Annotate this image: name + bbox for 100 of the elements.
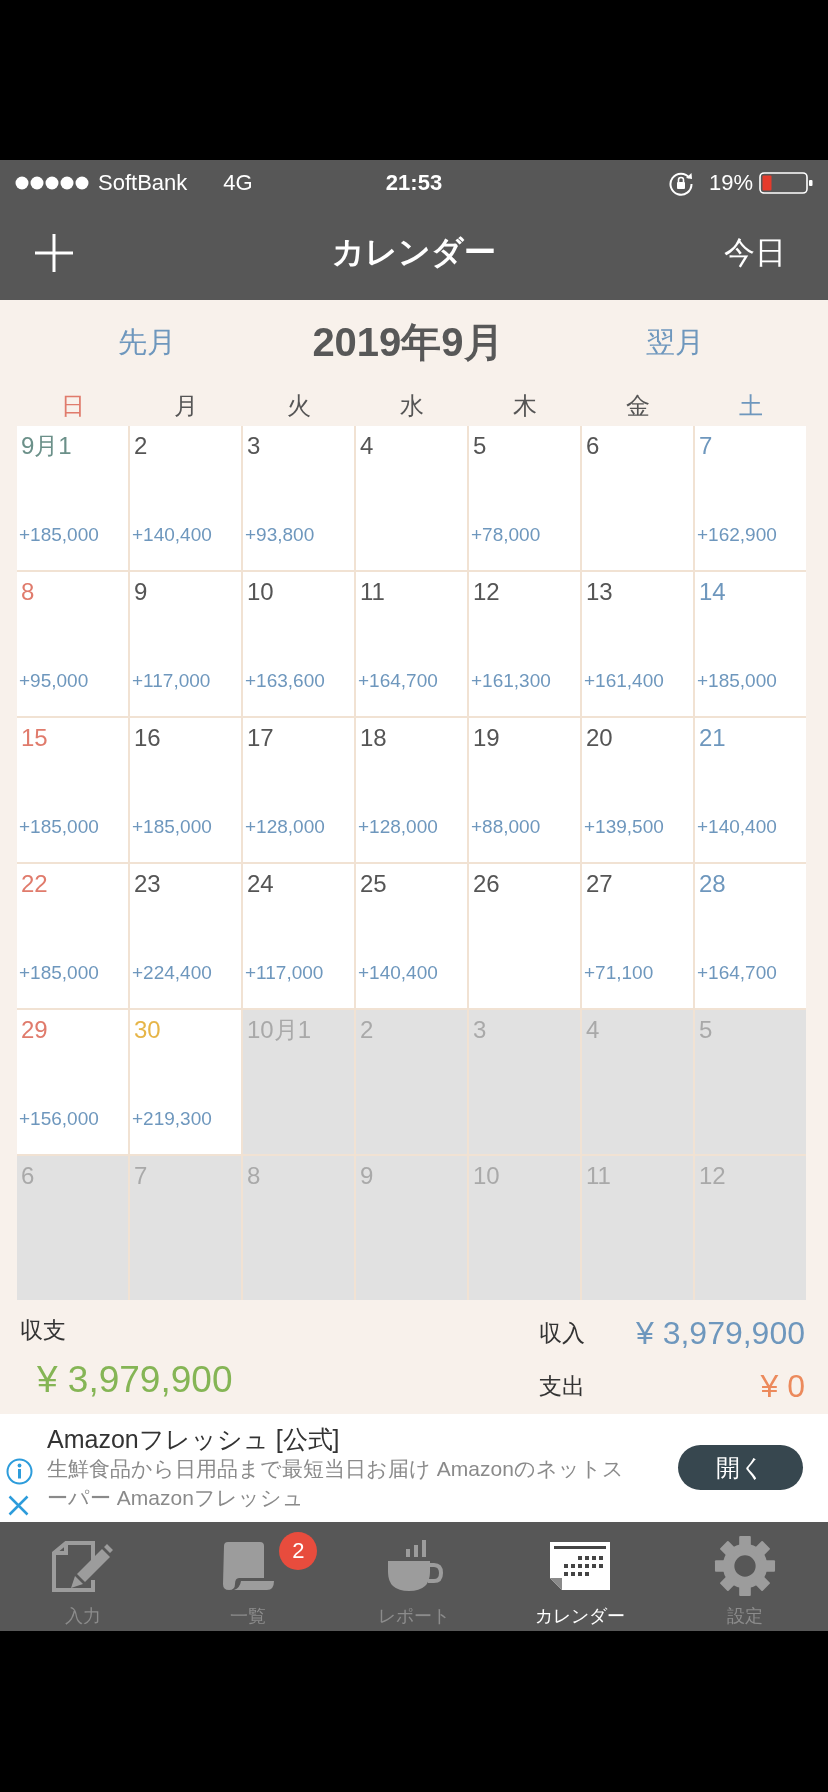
day-number: 10	[473, 1162, 500, 1190]
day-cell[interactable]: 20 +139,500	[582, 718, 693, 862]
add-button[interactable]	[34, 233, 74, 273]
day-cell[interactable]: 23 +224,400	[130, 864, 241, 1008]
day-cell[interactable]: 15 +185,000	[17, 718, 128, 862]
day-cell[interactable]: 9月1 +185,000	[17, 426, 128, 570]
day-number: 22	[21, 870, 48, 898]
day-cell[interactable]: 9 +117,000	[130, 572, 241, 716]
scroll-icon	[221, 1541, 276, 1591]
day-cell[interactable]: 6	[17, 1156, 128, 1300]
day-amount: +117,000	[245, 962, 324, 984]
day-cell[interactable]: 7	[130, 1156, 241, 1300]
day-amount: +71,100	[584, 962, 654, 984]
day-cell[interactable]: 10	[469, 1156, 580, 1300]
tab-bar-item[interactable]: カレンダー	[496, 1522, 663, 1631]
day-cell[interactable]: 16 +185,000	[130, 718, 241, 862]
day-cell[interactable]: 12	[695, 1156, 806, 1300]
day-amount: +140,400	[358, 962, 438, 984]
day-number: 18	[360, 724, 387, 752]
next-month-link[interactable]: 翌月	[646, 322, 704, 363]
day-cell[interactable]: 27 +71,100	[582, 864, 693, 1008]
day-number: 11	[360, 578, 385, 606]
day-cell[interactable]: 30 +219,300	[130, 1010, 241, 1154]
day-cell[interactable]: 2	[356, 1010, 467, 1154]
day-number: 6	[21, 1162, 35, 1190]
day-amount: +185,000	[697, 670, 777, 692]
notification-badge: 2	[279, 1532, 318, 1570]
day-number: 9月1	[21, 432, 72, 460]
day-cell[interactable]: 3	[469, 1010, 580, 1154]
day-number: 15	[21, 724, 48, 752]
expense-label: 支出	[539, 1372, 585, 1400]
day-cell[interactable]: 26	[469, 864, 580, 1008]
weekday-label: 土	[738, 390, 763, 421]
day-cell[interactable]: 10月1	[243, 1010, 354, 1154]
calendar-icon	[547, 1540, 612, 1592]
day-number: 17	[247, 724, 274, 752]
day-number: 3	[247, 432, 261, 460]
carrier-name: SoftBank	[98, 170, 188, 196]
day-cell[interactable]: 29 +156,000	[17, 1010, 128, 1154]
day-cell[interactable]: 8 +95,000	[17, 572, 128, 716]
day-cell[interactable]: 21 +140,400	[695, 718, 806, 862]
day-number: 16	[134, 724, 161, 752]
day-amount: +117,000	[132, 670, 211, 692]
ad-description: 生鮮食品から日用品まで最短当日お届け Amazonのネットスーパー Amazonフレッシュ	[47, 1456, 625, 1511]
day-cell[interactable]: 11	[582, 1156, 693, 1300]
day-number: 10	[247, 578, 274, 606]
day-cell[interactable]: 7 +162,900	[695, 426, 806, 570]
day-cell[interactable]: 13 +161,400	[582, 572, 693, 716]
day-number: 26	[473, 870, 500, 898]
weekday-label: 日	[60, 390, 85, 421]
day-amount: +140,400	[132, 524, 212, 546]
day-cell[interactable]: 9	[356, 1156, 467, 1300]
day-cell[interactable]: 11 +164,700	[356, 572, 467, 716]
day-number: 19	[473, 724, 500, 752]
open-button[interactable]: 開く	[678, 1445, 803, 1490]
weekday-label: 金	[625, 390, 650, 421]
weekday-label: 水	[399, 390, 424, 421]
info-icon[interactable]	[6, 1458, 33, 1485]
day-cell[interactable]: 18 +128,000	[356, 718, 467, 862]
day-cell[interactable]: 4	[356, 426, 467, 570]
weekday-label: 火	[286, 390, 311, 421]
day-number: 8	[247, 1162, 261, 1190]
day-amount: +162,900	[697, 524, 777, 546]
coffee-cup-icon	[385, 1540, 443, 1592]
day-cell[interactable]: 14 +185,000	[695, 572, 806, 716]
day-cell[interactable]: 5	[695, 1010, 806, 1154]
day-cell[interactable]: 3 +93,800	[243, 426, 354, 570]
day-cell[interactable]: 2 +140,400	[130, 426, 241, 570]
day-cell[interactable]: 5 +78,000	[469, 426, 580, 570]
day-cell[interactable]: 6	[582, 426, 693, 570]
close-icon[interactable]	[8, 1495, 29, 1516]
day-cell[interactable]: 19 +88,000	[469, 718, 580, 862]
day-cell[interactable]: 25 +140,400	[356, 864, 467, 1008]
day-amount: +78,000	[471, 524, 541, 546]
day-number: 5	[699, 1016, 713, 1044]
day-cell[interactable]: 22 +185,000	[17, 864, 128, 1008]
day-amount: +163,600	[245, 670, 325, 692]
day-number: 5	[473, 432, 487, 460]
day-amount: +93,800	[245, 524, 315, 546]
previous-month-link[interactable]: 先月	[118, 322, 176, 363]
day-amount: +185,000	[132, 816, 212, 838]
network-type: 4G	[223, 170, 253, 196]
day-number: 12	[699, 1162, 726, 1190]
day-number: 12	[473, 578, 500, 606]
day-cell[interactable]: 4	[582, 1010, 693, 1154]
day-cell[interactable]: 17 +128,000	[243, 718, 354, 862]
day-amount: +161,300	[471, 670, 551, 692]
day-cell[interactable]: 28 +164,700	[695, 864, 806, 1008]
day-number: 3	[473, 1016, 487, 1044]
today-button[interactable]: 今日	[724, 232, 786, 274]
day-cell[interactable]: 8	[243, 1156, 354, 1300]
day-cell[interactable]: 10 +163,600	[243, 572, 354, 716]
day-number: 27	[586, 870, 613, 898]
balance-amount: ¥ 3,979,900	[37, 1359, 233, 1401]
day-number: 14	[699, 578, 726, 606]
day-number: 2	[360, 1016, 374, 1044]
day-cell[interactable]: 24 +117,000	[243, 864, 354, 1008]
day-cell[interactable]: 12 +161,300	[469, 572, 580, 716]
day-number: 28	[699, 870, 726, 898]
month-title: 2019年9月	[312, 319, 504, 366]
